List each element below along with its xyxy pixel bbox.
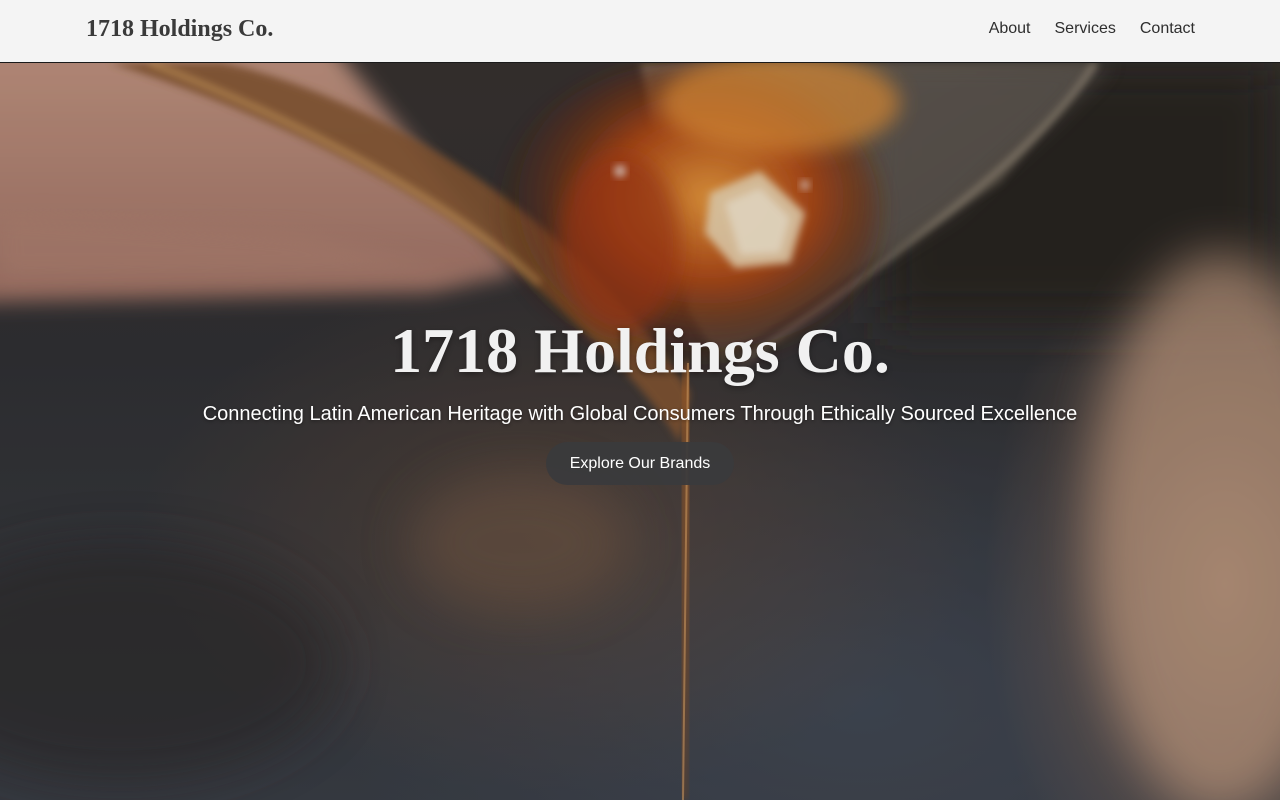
nav-links: About Services Contact	[989, 20, 1195, 38]
explore-brands-button[interactable]: Explore Our Brands	[546, 442, 734, 485]
brand-logo-link[interactable]: 1718 Holdings Co.	[86, 16, 273, 43]
top-navbar: 1718 Holdings Co. About Services Contact	[0, 0, 1280, 63]
hero-section: 1718 Holdings Co. Connecting Latin Ameri…	[0, 63, 1280, 800]
nav-link-services[interactable]: Services	[1055, 20, 1116, 37]
nav-link-about[interactable]: About	[989, 20, 1031, 37]
hero-subtitle: Connecting Latin American Heritage with …	[202, 403, 1078, 425]
nav-item-about: About	[989, 20, 1031, 38]
nav-item-services: Services	[1055, 20, 1116, 38]
hero-dark-overlay	[0, 63, 1280, 800]
nav-item-contact: Contact	[1140, 20, 1195, 38]
nav-link-contact[interactable]: Contact	[1140, 20, 1195, 37]
hero-title: 1718 Holdings Co.	[390, 315, 890, 386]
